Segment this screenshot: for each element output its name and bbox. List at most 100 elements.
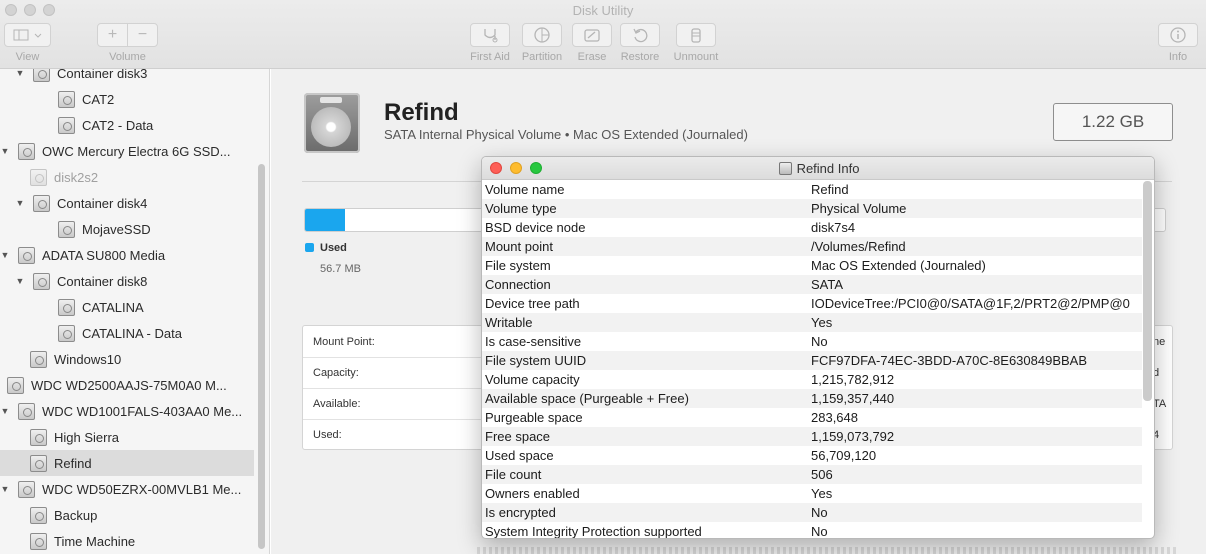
property-key: Free space	[485, 429, 551, 444]
sidebar-item[interactable]: ▼ Container disk4	[0, 190, 254, 216]
sidebar-item[interactable]: CATALINA - Data	[0, 320, 254, 346]
property-value: Refind	[811, 182, 849, 197]
toolbar: Disk Utility View + − Volume First Aid P…	[0, 0, 1206, 69]
sidebar-item[interactable]: ▼ Container disk3	[0, 69, 254, 86]
view-label: View	[15, 51, 40, 63]
info-window-scrollbar[interactable]	[1143, 181, 1152, 401]
info-property-row[interactable]: Connection SATA	[482, 275, 1142, 294]
info-property-row[interactable]: Available space (Purgeable + Free) 1,159,…	[482, 389, 1142, 408]
disclosure-triangle-icon[interactable]: ▼	[15, 198, 25, 208]
view-button[interactable]	[4, 23, 51, 47]
detail-label-mount-point: Mount Point:	[313, 336, 375, 348]
sidebar-item[interactable]: ▼ WDC WD1001FALS-403AA0 Me...	[0, 398, 254, 424]
sidebar-item[interactable]: WDC WD2500AAJS-75M0A0 M...	[0, 372, 254, 398]
sidebar-item[interactable]: Time Machine	[0, 528, 254, 554]
info-icon	[1170, 27, 1186, 43]
info-property-row[interactable]: Is encrypted No	[482, 503, 1142, 522]
disk-icon	[33, 194, 50, 212]
erase-button[interactable]	[572, 23, 612, 47]
disk-icon	[58, 220, 75, 238]
sidebar-item[interactable]: CAT2	[0, 86, 254, 112]
info-window-titlebar[interactable]: Refind Info	[482, 157, 1154, 180]
property-value: Yes	[811, 486, 833, 501]
sidebar: ▼ Container disk3 CAT2 CAT2 - Data ▼ OWC Merc…	[0, 69, 270, 554]
detail-label-capacity: Capacity:	[313, 367, 359, 379]
sidebar-item[interactable]: ▼ OWC Mercury Electra 6G SSD...	[0, 138, 254, 164]
disk-icon	[30, 168, 47, 186]
sidebar-item-label: Windows10	[54, 351, 122, 367]
info-property-row[interactable]: Writable Yes	[482, 313, 1142, 332]
sidebar-item[interactable]: ▼ ADATA SU800 Media	[0, 242, 254, 268]
sidebar-item-label: CAT2	[82, 91, 115, 107]
sidebar-item[interactable]: High Sierra	[0, 424, 254, 450]
sidebar-item[interactable]: Refind	[0, 450, 254, 476]
unmount-label: Unmount	[673, 51, 719, 63]
disclosure-triangle-icon[interactable]: ▼	[0, 484, 10, 494]
disk-icon	[30, 428, 47, 446]
info-property-row[interactable]: Used space 56,709,120	[482, 446, 1142, 465]
sidebar-item-label: Container disk8	[57, 273, 148, 289]
sidebar-scrollbar[interactable]	[258, 164, 265, 549]
sidebar-item[interactable]: Backup	[0, 502, 254, 528]
sidebar-item-label: OWC Mercury Electra 6G SSD...	[42, 143, 231, 159]
property-value: Yes	[811, 315, 833, 330]
property-value: SATA	[811, 277, 844, 292]
property-key: File system UUID	[485, 353, 587, 368]
info-window-title: Refind Info	[796, 161, 860, 176]
detail-label-used: Used:	[313, 429, 342, 441]
property-key: Volume capacity	[485, 372, 580, 387]
restore-arrow-icon	[633, 28, 648, 43]
info-property-row[interactable]: Volume capacity 1,215,782,912	[482, 370, 1142, 389]
disclosure-triangle-icon[interactable]: ▼	[0, 146, 10, 156]
used-legend-label: Used	[320, 242, 347, 254]
disk-icon	[30, 350, 47, 368]
sidebar-item[interactable]: Windows10	[0, 346, 254, 372]
disk-icon	[33, 272, 50, 290]
info-property-row[interactable]: Device tree path IODeviceTree:/PCI0@0/SAT…	[482, 294, 1142, 313]
disclosure-triangle-icon[interactable]: ▼	[0, 406, 10, 416]
sidebar-item[interactable]: ▼ WDC WD50EZRX-00MVLB1 Me...	[0, 476, 254, 502]
info-property-row[interactable]: System Integrity Protection supported No	[482, 522, 1142, 539]
disclosure-triangle-icon[interactable]: ▼	[15, 69, 25, 78]
minus-icon[interactable]: −	[128, 26, 157, 44]
info-property-row[interactable]: Volume name Refind	[482, 180, 1142, 199]
restore-button[interactable]	[620, 23, 660, 47]
sidebar-item[interactable]: CATALINA	[0, 294, 254, 320]
disclosure-triangle-icon[interactable]: ▼	[15, 276, 25, 286]
info-property-row[interactable]: Owners enabled Yes	[482, 484, 1142, 503]
info-property-row[interactable]: Purgeable space 283,648	[482, 408, 1142, 427]
used-legend-value: 56.7 MB	[320, 263, 361, 275]
info-property-row[interactable]: Free space 1,159,073,792	[482, 427, 1142, 446]
sidebar-item[interactable]: CAT2 - Data	[0, 112, 254, 138]
info-property-row[interactable]: Volume type Physical Volume	[482, 199, 1142, 218]
property-key: Available space (Purgeable + Free)	[485, 391, 689, 406]
partition-button[interactable]	[522, 23, 562, 47]
info-property-row[interactable]: File system UUID FCF97DFA-74EC-3BDD-A70C-…	[482, 351, 1142, 370]
info-property-row[interactable]: Mount point/Volumes/Refind	[482, 237, 1142, 256]
first-aid-button[interactable]	[470, 23, 510, 47]
property-key: File count	[485, 467, 542, 482]
volume-add-remove-button[interactable]: + −	[97, 23, 158, 47]
disclosure-triangle-icon[interactable]: ▼	[0, 250, 10, 260]
unmount-button[interactable]	[676, 23, 716, 47]
property-value: disk7s4	[811, 220, 856, 235]
info-property-row[interactable]: Is case-sensitive No	[482, 332, 1142, 351]
disk-icon	[30, 506, 47, 524]
property-key: Used space	[485, 448, 554, 463]
info-property-row[interactable]: File system Mac OS Extended (Journaled)	[482, 256, 1142, 275]
sidebar-item-label: MojaveSSD	[82, 221, 151, 237]
used-legend-swatch	[305, 243, 314, 252]
first-aid-label: First Aid	[470, 51, 510, 63]
sidebar-item-label: Time Machine	[54, 533, 136, 549]
sidebar-item[interactable]: ▼ Container disk8	[0, 268, 254, 294]
sidebar-item[interactable]: MojaveSSD	[0, 216, 254, 242]
property-key: Device tree path	[485, 296, 580, 311]
disk-icon	[33, 69, 50, 82]
sidebar-item[interactable]: disk2s2	[0, 164, 254, 190]
disk-icon	[18, 402, 35, 420]
info-property-row[interactable]: BSD device node disk7s4	[482, 218, 1142, 237]
property-value: No	[811, 524, 828, 539]
info-property-row[interactable]: File count 506	[482, 465, 1142, 484]
plus-icon[interactable]: +	[98, 26, 127, 44]
info-button[interactable]	[1158, 23, 1198, 47]
